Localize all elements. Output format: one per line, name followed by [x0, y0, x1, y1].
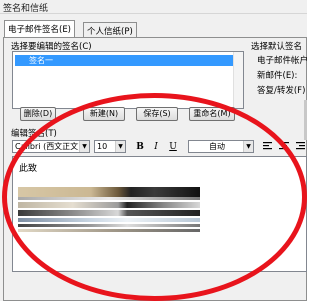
signature-list-scrollbar[interactable]: [233, 52, 243, 108]
edit-signature-label: 编辑签名(T): [11, 129, 57, 139]
tab-personal-stationery[interactable]: 个人信纸(P): [83, 22, 137, 37]
signature-banner-image: [18, 229, 200, 232]
align-right-icon[interactable]: [294, 141, 306, 153]
window-title: 签名和信纸: [3, 4, 49, 14]
chevron-down-icon: ▼: [115, 141, 125, 152]
bold-icon[interactable]: B: [134, 141, 146, 153]
save-button[interactable]: 保存(S): [136, 107, 178, 121]
new-messages-label: 新邮件(E):: [257, 71, 298, 81]
signature-banner-image: [18, 218, 200, 222]
align-center-icon[interactable]: [278, 141, 290, 153]
signature-banner-image: [18, 187, 200, 197]
default-signature-label: 选择默认签名: [251, 42, 303, 52]
chevron-down-icon: ▼: [243, 141, 253, 152]
signature-list[interactable]: 签名一: [12, 51, 244, 109]
signature-banner-image: [18, 224, 200, 227]
new-button[interactable]: 新建(N): [83, 107, 125, 121]
signature-banner-image: [18, 197, 200, 200]
italic-icon[interactable]: I: [150, 141, 162, 153]
signature-banner-image: [18, 202, 200, 208]
underline-icon[interactable]: U: [167, 141, 179, 153]
font-select[interactable]: Calibri (西文正文) ▼: [12, 140, 90, 153]
tab-email-signature[interactable]: 电子邮件签名(E): [4, 20, 76, 37]
signature-editor[interactable]: 此致: [12, 156, 307, 272]
chevron-down-icon: ▼: [79, 141, 89, 152]
dialog-edge: [304, 100, 307, 140]
signature-list-item-selected[interactable]: 签名一: [15, 55, 241, 66]
signature-banner-image: [18, 210, 200, 216]
title-bar: 签名和信纸: [0, 0, 307, 14]
signature-text: 此致: [19, 164, 38, 174]
formatting-toolbar: Calibri (西文正文) ▼ 10 ▼ B I U 自动 ▼: [12, 139, 307, 155]
font-size-select[interactable]: 10 ▼: [94, 140, 126, 153]
replies-forwards-label: 答复/转发(F): [257, 86, 306, 96]
delete-button[interactable]: 删除(D): [20, 107, 56, 121]
rename-button[interactable]: 重命名(M): [189, 107, 235, 121]
font-color-select[interactable]: 自动 ▼: [188, 140, 254, 153]
email-account-label: 电子邮件帐户: [257, 56, 309, 66]
align-left-icon[interactable]: [262, 141, 274, 153]
